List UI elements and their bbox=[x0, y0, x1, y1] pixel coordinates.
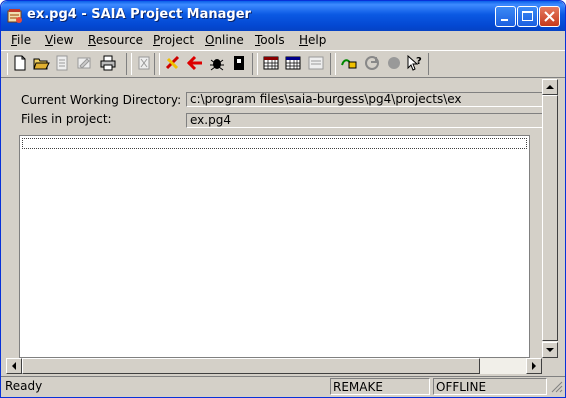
scroll-left-button[interactable] bbox=[6, 358, 22, 374]
calendar-icon[interactable] bbox=[262, 54, 280, 72]
close-button[interactable] bbox=[539, 6, 560, 27]
vertical-scrollbar[interactable] bbox=[542, 79, 558, 358]
title-bar[interactable]: ex.pg4 - SAIA Project Manager bbox=[1, 1, 565, 31]
scroll-up-button[interactable] bbox=[542, 79, 558, 95]
stop-icon[interactable] bbox=[385, 54, 403, 72]
new-icon[interactable] bbox=[11, 54, 29, 72]
menu-help[interactable]: Help bbox=[299, 33, 326, 47]
compare-icon[interactable] bbox=[307, 54, 325, 72]
print-icon[interactable] bbox=[99, 54, 117, 72]
menu-view[interactable]: View bbox=[45, 33, 73, 47]
scroll-down-button[interactable] bbox=[542, 342, 558, 358]
horizontal-scrollbar[interactable] bbox=[6, 358, 542, 374]
cwd-label: Current Working Directory: bbox=[21, 93, 182, 107]
help-pointer-icon[interactable]: ? bbox=[405, 54, 423, 72]
app-window: ex.pg4 - SAIA Project Manager File View … bbox=[0, 0, 566, 398]
table-icon[interactable] bbox=[284, 54, 302, 72]
rebuild-icon[interactable] bbox=[186, 54, 204, 72]
app-icon[interactable] bbox=[7, 8, 23, 24]
build-icon[interactable] bbox=[164, 54, 182, 72]
menu-online[interactable]: Online bbox=[205, 33, 244, 47]
toolbar: ? bbox=[1, 50, 565, 78]
run-icon[interactable] bbox=[363, 54, 381, 72]
cwd-field: c:\program files\saia-burgess\pg4\projec… bbox=[186, 92, 542, 107]
menu-resource[interactable]: Resource bbox=[88, 33, 143, 47]
download-icon[interactable] bbox=[230, 54, 248, 72]
vertical-scroll-thumb[interactable] bbox=[542, 95, 558, 341]
menu-bar: File View Resource Project Online Tools … bbox=[1, 31, 565, 50]
menu-tools[interactable]: Tools bbox=[255, 33, 285, 47]
horizontal-scroll-thumb[interactable] bbox=[22, 358, 480, 374]
menu-project[interactable]: Project bbox=[153, 33, 194, 47]
minimize-button[interactable] bbox=[495, 6, 516, 27]
debug-icon[interactable] bbox=[208, 54, 226, 72]
menu-file[interactable]: File bbox=[11, 33, 31, 47]
edit-icon[interactable] bbox=[75, 54, 93, 72]
resize-grip-icon[interactable] bbox=[551, 381, 563, 396]
project-file-list[interactable] bbox=[19, 135, 530, 358]
status-text: Ready bbox=[5, 379, 43, 393]
delete-icon[interactable] bbox=[135, 54, 153, 72]
svg-text:?: ? bbox=[416, 56, 422, 67]
online-status: OFFLINE bbox=[433, 378, 547, 395]
maximize-button[interactable] bbox=[517, 6, 538, 27]
status-bar: Ready REMAKE OFFLINE bbox=[1, 376, 565, 397]
connect-icon[interactable] bbox=[340, 54, 358, 72]
scroll-right-button[interactable] bbox=[526, 358, 542, 374]
remake-indicator: REMAKE bbox=[330, 378, 430, 395]
project-file-field: ex.pg4 bbox=[186, 113, 542, 128]
focus-row[interactable] bbox=[22, 138, 527, 149]
files-label: Files in project: bbox=[21, 112, 112, 126]
properties-icon[interactable] bbox=[53, 54, 71, 72]
open-icon[interactable] bbox=[32, 54, 50, 72]
window-title: ex.pg4 - SAIA Project Manager bbox=[27, 7, 251, 22]
